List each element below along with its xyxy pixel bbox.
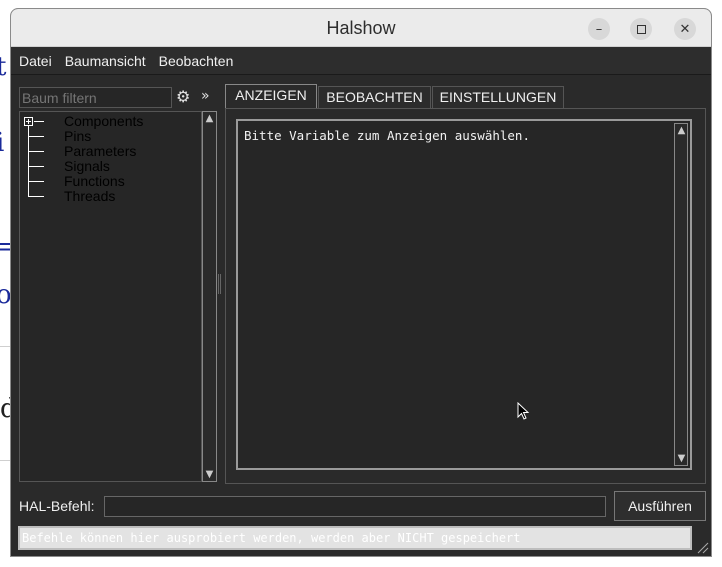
tree-item-functions[interactable]: Functions [64,173,125,189]
tree-connector [28,166,44,167]
maximize-icon [636,24,646,34]
tree-filter-input[interactable] [19,87,172,108]
title-bar: Halshow – ✕ [11,9,711,47]
tree-item-parameters[interactable]: Parameters [64,143,136,159]
scroll-up-icon[interactable]: ▲ [204,113,215,124]
tab-einstellungen[interactable]: EINSTELLUNGEN [432,86,564,108]
tree-connector [34,121,44,122]
minimize-icon: – [595,21,603,37]
tree-connector [28,136,44,137]
resize-grip-icon[interactable] [695,540,709,554]
run-button[interactable]: Ausführen [614,491,706,521]
gear-icon[interactable]: ⚙ [176,87,190,106]
expand-panel-icon[interactable]: » [201,88,210,104]
tree-item-components[interactable]: Components [64,113,143,129]
tree-item-pins[interactable]: Pins [64,128,91,144]
minimize-button[interactable]: – [588,18,610,40]
tab-anzeigen[interactable]: ANZEIGEN [225,84,317,109]
hal-tree[interactable]: Components Pins Parameters Signals Funct… [19,111,202,482]
mouse-cursor-icon [517,402,530,420]
menu-baumansicht[interactable]: Baumansicht [65,53,146,69]
close-icon: ✕ [679,21,691,37]
display-scrollbar[interactable]: ▲ ▼ [674,123,688,466]
scroll-down-icon[interactable]: ▼ [676,453,687,464]
expand-icon[interactable] [24,117,33,126]
tree-item-signals[interactable]: Signals [64,158,110,174]
tree-item-threads[interactable]: Threads [64,188,115,204]
maximize-button[interactable] [630,18,652,40]
tree-connector [28,196,44,197]
tree-connector [28,181,44,182]
scroll-up-icon[interactable]: ▲ [676,125,687,136]
hal-command-input[interactable] [104,496,606,517]
menu-bar: Datei Baumansicht Beobachten [11,47,711,75]
tree-scrollbar[interactable]: ▲ ▼ [202,111,217,482]
tree-connector [28,122,29,197]
tree-connector [28,151,44,152]
scroll-down-icon[interactable]: ▼ [204,469,215,480]
tab-beobachten[interactable]: BEOBACHTEN [318,86,431,108]
close-button[interactable]: ✕ [674,18,696,40]
panel-splitter[interactable] [218,274,221,294]
background-fragment: t [0,52,7,82]
command-hint-field[interactable]: Befehle können hier ausprobiert werden, … [18,526,692,550]
display-text-area[interactable]: Bitte Variable zum Anzeigen auswählen. ▲… [236,119,692,470]
display-text: Bitte Variable zum Anzeigen auswählen. [244,128,530,143]
menu-beobachten[interactable]: Beobachten [159,53,234,69]
background-divider [0,346,10,347]
menu-datei[interactable]: Datei [19,53,52,69]
background-fragment: i [0,128,5,158]
hal-command-label: HAL-Befehl: [19,498,95,514]
halshow-window: Halshow – ✕ Datei Baumansicht Beobachten… [10,8,712,557]
background-divider [0,460,10,461]
